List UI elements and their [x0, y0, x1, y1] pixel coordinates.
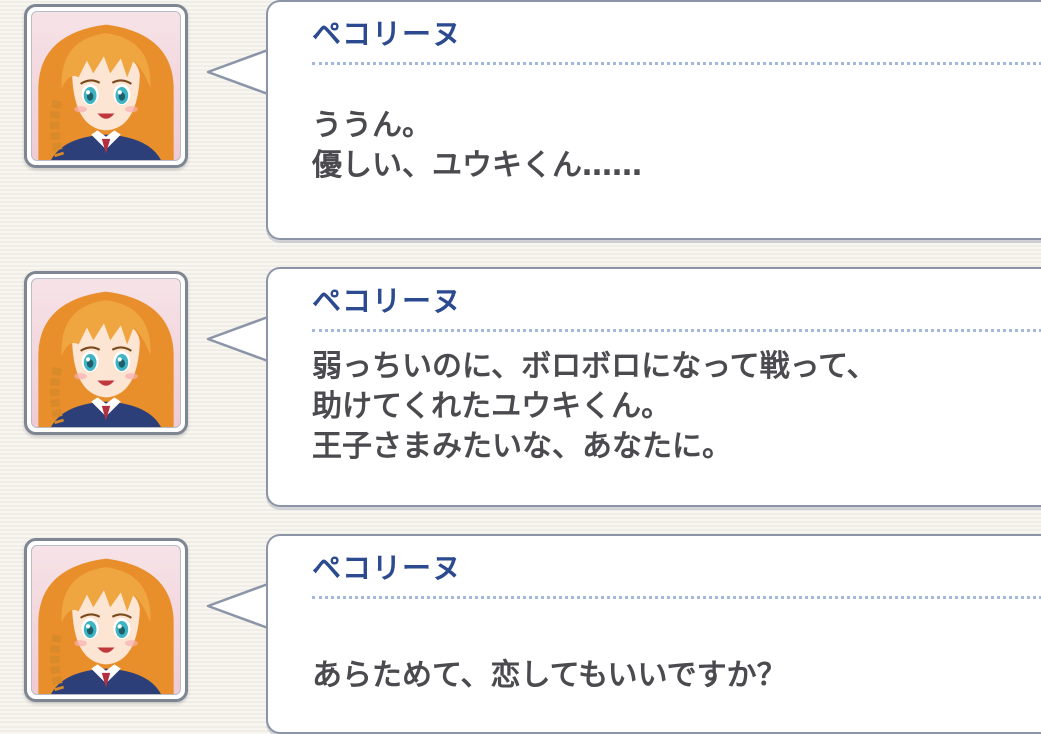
message-line: 王子さまみたいな、あなたに。 [312, 429, 732, 464]
message-text: ううん。 優しい、ユウキくん…… [312, 106, 642, 186]
speaker-avatar[interactable] [24, 538, 188, 702]
character-portrait-icon [38, 291, 174, 427]
message-line: 助けてくれたユウキくん。 [312, 389, 672, 424]
message-line: 優しい、ユウキくん…… [312, 148, 642, 183]
message-line: 弱っちいのに、ボロボロになって戦って、 [312, 349, 877, 384]
message-line: あらためて、恋してもいいですか？ [312, 658, 787, 693]
speaker-name: ペコリーヌ [312, 284, 463, 318]
character-portrait-icon [38, 24, 174, 160]
speaker-divider [312, 62, 1041, 65]
speaker-avatar[interactable] [24, 4, 188, 168]
bubble-tail [206, 582, 270, 632]
speech-bubble[interactable]: ペコリーヌ ううん。 優しい、ユウキくん…… [266, 0, 1041, 240]
avatar-portrait [31, 278, 181, 428]
speaker-avatar[interactable] [24, 271, 188, 435]
speaker-divider [312, 596, 1041, 599]
avatar-portrait [31, 545, 181, 695]
speaker-name: ペコリーヌ [312, 551, 463, 585]
bubble-tail [206, 315, 270, 365]
message-line: ううん。 [312, 108, 432, 143]
speaker-name: ペコリーヌ [312, 17, 463, 51]
message-text: あらためて、恋してもいいですか？ [312, 656, 787, 696]
message-2: ペコリーヌ 弱っちいのに、ボロボロになって戦って、 助けてくれたユウキくん。 王… [0, 267, 1041, 512]
avatar-portrait [31, 11, 181, 161]
speech-bubble[interactable]: ペコリーヌ 弱っちいのに、ボロボロになって戦って、 助けてくれたユウキくん。 王… [266, 267, 1041, 507]
message-3: ペコリーヌ あらためて、恋してもいいですか？ [0, 534, 1041, 734]
speaker-divider [312, 329, 1041, 332]
speech-bubble[interactable]: ペコリーヌ あらためて、恋してもいいですか？ [266, 534, 1041, 734]
bubble-tail [206, 48, 270, 98]
message-1: ペコリーヌ ううん。 優しい、ユウキくん…… [0, 0, 1041, 245]
character-portrait-icon [38, 558, 174, 694]
message-text: 弱っちいのに、ボロボロになって戦って、 助けてくれたユウキくん。 王子さまみたい… [312, 347, 877, 467]
